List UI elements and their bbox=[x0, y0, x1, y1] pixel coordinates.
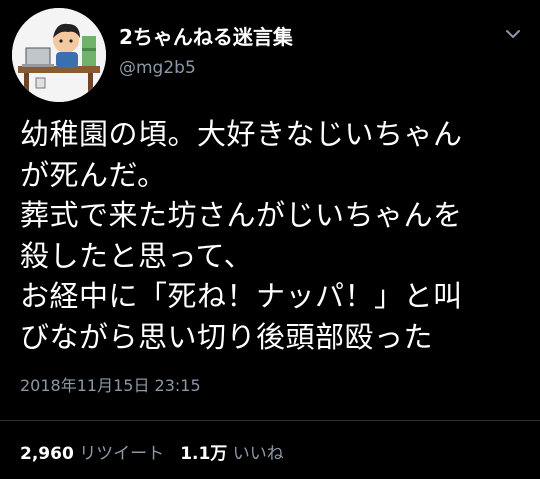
tweet-text: 幼稚園の頃。大好きなじいちゃん が死んだ。 葬式で来た坊さんがじいちゃんを 殺し… bbox=[20, 114, 535, 357]
tweet-text-line: 幼稚園の頃。大好きなじいちゃん bbox=[20, 117, 463, 151]
tweet-stats: 2,960 リツイート 1.1万 いいね bbox=[20, 442, 284, 466]
tweet-text-line: お経中に「死ね！ナッパ！」と叫 bbox=[20, 279, 463, 313]
account-handle[interactable]: @mg2b5 bbox=[119, 57, 196, 79]
tweet-text-line: 葬式で来た坊さんがじいちゃんを bbox=[20, 198, 463, 232]
avatar-illustration-icon bbox=[12, 8, 106, 102]
account-name[interactable]: 2ちゃんねる迷言集 bbox=[119, 25, 293, 49]
chevron-down-icon[interactable] bbox=[505, 28, 521, 40]
like-label: いいね bbox=[232, 444, 284, 464]
tweet-text-line: 殺したと思って、 bbox=[20, 238, 254, 273]
divider bbox=[0, 420, 540, 421]
avatar[interactable] bbox=[12, 8, 106, 102]
retweet-count: 2,960 bbox=[20, 444, 74, 464]
retweet-stat[interactable]: 2,960 リツイート bbox=[20, 444, 164, 464]
tweet-text-line: びながら思い切り後頭部殴った bbox=[20, 319, 434, 354]
like-stat[interactable]: 1.1万 いいね bbox=[180, 444, 284, 464]
tweet-text-line: が死んだ。 bbox=[20, 157, 167, 192]
tweet-timestamp[interactable]: 2018年11月15日 23:15 bbox=[20, 375, 201, 397]
retweet-label: リツイート bbox=[79, 444, 165, 464]
like-count: 1.1万 bbox=[180, 444, 228, 464]
